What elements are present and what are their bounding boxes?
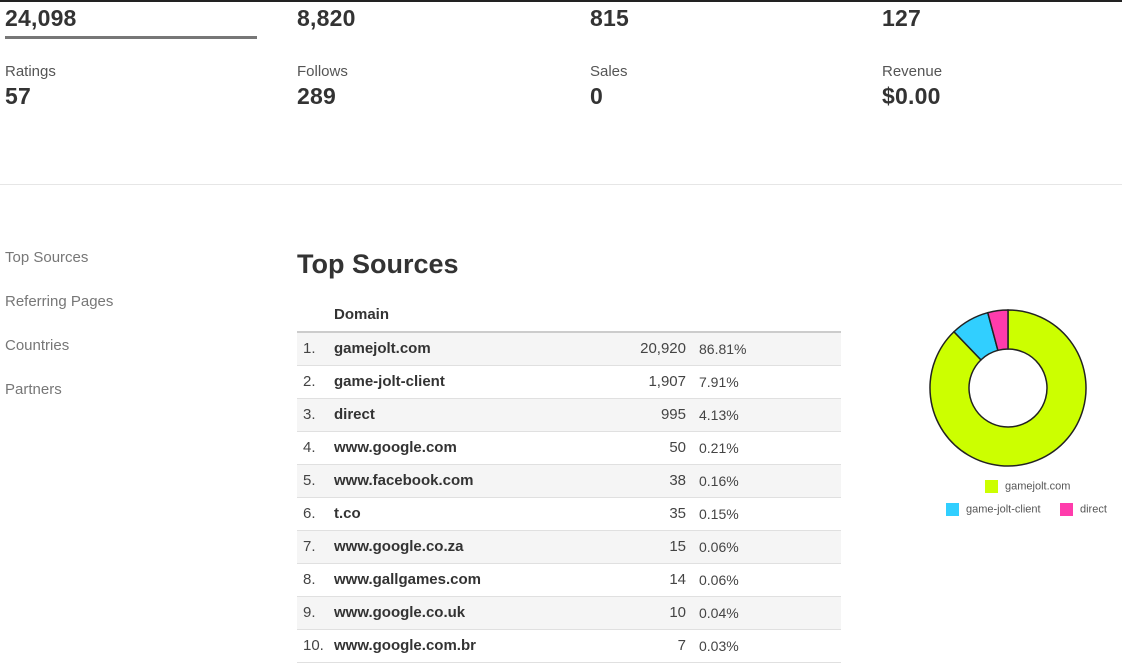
row-domain: www.gallgames.com bbox=[334, 571, 481, 588]
row-percent: 0.21% bbox=[699, 440, 739, 456]
legend-item[interactable]: game-jolt-client bbox=[946, 503, 1041, 516]
stat-value: 57 bbox=[5, 83, 31, 109]
table-row: 3. direct 995 4.13% bbox=[297, 399, 841, 432]
active-stat-underline bbox=[5, 36, 257, 39]
stat-revenue[interactable]: Revenue $0.00 bbox=[882, 63, 942, 110]
table-row: 5. www.facebook.com 38 0.16% bbox=[297, 465, 841, 498]
row-count: 14 bbox=[669, 571, 686, 588]
stat-value: 8,820 bbox=[297, 5, 356, 31]
stat-comments[interactable]: 127 bbox=[882, 5, 921, 32]
table-header: Domain bbox=[297, 302, 841, 333]
legend-swatch bbox=[985, 480, 998, 493]
legend-label: game-jolt-client bbox=[966, 503, 1041, 516]
nav-item-partners[interactable]: Partners bbox=[5, 380, 113, 424]
stat-value: 24,098 bbox=[5, 5, 77, 31]
row-count: 995 bbox=[660, 406, 686, 423]
row-index: 2. bbox=[303, 373, 316, 390]
row-percent: 0.03% bbox=[699, 638, 739, 654]
row-count: 7 bbox=[677, 637, 686, 654]
row-count: 35 bbox=[669, 505, 686, 522]
stat-views[interactable]: 24,098 bbox=[5, 5, 77, 32]
row-domain: www.google.com bbox=[334, 439, 457, 456]
row-percent: 86.81% bbox=[699, 341, 747, 357]
table-row: 10. www.google.com.br 7 0.03% bbox=[297, 630, 841, 663]
legend-item[interactable]: gamejolt.com bbox=[985, 480, 1070, 493]
row-domain: game-jolt-client bbox=[334, 373, 445, 390]
report-nav: Top Sources Referring Pages Countries Pa… bbox=[5, 248, 113, 424]
table-row: 6. t.co 35 0.15% bbox=[297, 498, 841, 531]
row-domain: www.google.com.br bbox=[334, 637, 476, 654]
donut-chart bbox=[929, 309, 1087, 467]
row-index: 9. bbox=[303, 604, 316, 621]
stat-sales[interactable]: Sales 0 bbox=[590, 63, 628, 110]
nav-item-referring-pages[interactable]: Referring Pages bbox=[5, 292, 113, 336]
stat-label: Sales bbox=[590, 63, 628, 80]
top-sources-table: Domain 1. gamejolt.com 20,920 86.81% 2. game-… bbox=[297, 302, 841, 663]
stat-ratings[interactable]: Ratings 57 bbox=[5, 63, 56, 110]
row-domain: gamejolt.com bbox=[334, 340, 431, 357]
row-domain: www.google.co.uk bbox=[334, 604, 466, 621]
column-header-domain: Domain bbox=[334, 306, 390, 323]
legend-swatch bbox=[1060, 503, 1073, 516]
legend-swatch bbox=[946, 503, 959, 516]
row-index: 10. bbox=[303, 637, 324, 654]
stat-label: Ratings bbox=[5, 63, 56, 80]
row-count: 20,920 bbox=[640, 340, 686, 357]
stat-value: $0.00 bbox=[882, 83, 941, 109]
table-row: 2. game-jolt-client 1,907 7.91% bbox=[297, 366, 841, 399]
stat-value: 289 bbox=[297, 83, 336, 109]
row-percent: 0.15% bbox=[699, 506, 739, 522]
legend-label: direct bbox=[1080, 503, 1107, 516]
row-index: 3. bbox=[303, 406, 316, 423]
row-index: 6. bbox=[303, 505, 316, 522]
stat-downloads[interactable]: 8,820 bbox=[297, 5, 356, 32]
row-index: 4. bbox=[303, 439, 316, 456]
stat-label: Revenue bbox=[882, 63, 943, 80]
stat-follows[interactable]: Follows 289 bbox=[297, 63, 348, 110]
row-percent: 0.06% bbox=[699, 539, 739, 555]
stat-value: 815 bbox=[590, 5, 629, 31]
row-count: 10 bbox=[669, 604, 686, 621]
table-row: 8. www.gallgames.com 14 0.06% bbox=[297, 564, 841, 597]
row-percent: 7.91% bbox=[699, 374, 739, 390]
row-domain: www.google.co.za bbox=[334, 538, 464, 555]
nav-item-top-sources[interactable]: Top Sources bbox=[5, 248, 113, 292]
legend-label: gamejolt.com bbox=[1005, 480, 1071, 493]
stat-installs[interactable]: 815 bbox=[590, 5, 629, 32]
row-count: 50 bbox=[669, 439, 686, 456]
row-count: 15 bbox=[669, 538, 686, 555]
row-percent: 0.06% bbox=[699, 572, 739, 588]
row-index: 1. bbox=[303, 340, 316, 357]
table-body: 1. gamejolt.com 20,920 86.81% 2. game-jolt-cl… bbox=[297, 333, 841, 663]
table-row: 4. www.google.com 50 0.21% bbox=[297, 432, 841, 465]
row-percent: 0.16% bbox=[699, 473, 739, 489]
top-border bbox=[0, 0, 1122, 2]
row-count: 1,907 bbox=[648, 373, 686, 390]
nav-item-countries[interactable]: Countries bbox=[5, 336, 113, 380]
section-title: Top Sources bbox=[297, 249, 459, 279]
section-divider bbox=[0, 184, 1122, 185]
table-row: 1. gamejolt.com 20,920 86.81% bbox=[297, 333, 841, 366]
row-count: 38 bbox=[669, 472, 686, 489]
row-index: 8. bbox=[303, 571, 316, 588]
row-index: 5. bbox=[303, 472, 316, 489]
legend-item[interactable]: direct bbox=[1060, 503, 1107, 516]
row-domain: direct bbox=[334, 406, 375, 423]
row-percent: 0.04% bbox=[699, 605, 739, 621]
row-percent: 4.13% bbox=[699, 407, 739, 423]
stat-value: 0 bbox=[590, 83, 603, 109]
row-index: 7. bbox=[303, 538, 316, 555]
top-sources-chart bbox=[925, 305, 1091, 476]
row-domain: t.co bbox=[334, 505, 361, 522]
stat-label: Follows bbox=[297, 63, 348, 80]
table-row: 9. www.google.co.uk 10 0.04% bbox=[297, 597, 841, 630]
table-row: 7. www.google.co.za 15 0.06% bbox=[297, 531, 841, 564]
stat-value: 127 bbox=[882, 5, 921, 31]
row-domain: www.facebook.com bbox=[334, 472, 474, 489]
